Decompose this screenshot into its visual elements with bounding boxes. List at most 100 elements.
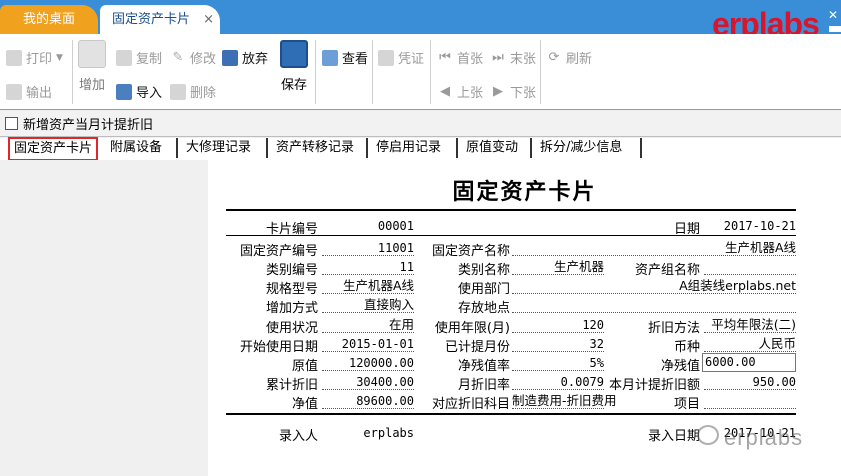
add-method-value[interactable]: 直接购入 <box>322 297 414 313</box>
start-date-value[interactable]: 2015-01-01 <box>322 336 414 352</box>
subtab-accessories[interactable]: 附属设备 <box>104 138 178 158</box>
title-rule <box>226 209 796 211</box>
net-value[interactable]: 89600.00 <box>322 393 414 409</box>
option-strip: 新增资产当月计提折旧 <box>0 111 841 137</box>
next-label: 下张 <box>510 86 537 101</box>
import-button[interactable]: 导入 <box>116 82 162 101</box>
subtab-overhaul-records[interactable]: 大修理记录 <box>180 138 268 158</box>
original-value[interactable]: 120000.00 <box>322 355 414 371</box>
discard-button[interactable]: 放弃 <box>222 48 268 67</box>
category-no-value[interactable]: 11 <box>322 259 414 275</box>
residual-rate-value[interactable]: 5% <box>512 355 604 371</box>
entered-by-value: erplabs <box>363 426 414 440</box>
import-label: 导入 <box>136 86 163 101</box>
depreciate-checkbox[interactable] <box>5 117 18 130</box>
subtab-transfer-records[interactable]: 资产转移记录 <box>270 138 368 158</box>
triangle-left-icon: ◀ <box>440 83 450 99</box>
copy-label: 复制 <box>136 52 163 67</box>
currency-value[interactable]: 人民币 <box>704 336 796 352</box>
window-restore-icon[interactable] <box>829 26 841 32</box>
import-icon <box>116 83 132 100</box>
printer-icon <box>6 49 22 66</box>
project-value[interactable] <box>704 393 796 409</box>
tab-fixed-asset-card[interactable]: 固定资产卡片 × <box>100 5 220 34</box>
voucher-button[interactable]: 凭证 <box>378 48 424 67</box>
category-name-label: 类别名称 <box>457 263 510 278</box>
add-label: 增加 <box>78 78 105 93</box>
monthly-rate-label: 月折旧率 <box>457 378 510 393</box>
header-rule <box>226 235 796 236</box>
asset-name-value[interactable]: 生产机器A线 <box>512 240 796 256</box>
save-label: 保存 <box>280 78 307 93</box>
refresh-button[interactable]: ⟳ 刷新 <box>546 48 592 68</box>
category-name-value[interactable]: 生产机器 <box>512 259 604 275</box>
save-disk-icon <box>280 40 308 68</box>
card-title: 固定资产卡片 <box>452 180 597 205</box>
asset-group-value[interactable] <box>704 259 796 275</box>
toolbar-divider <box>372 40 373 104</box>
project-label: 项目 <box>673 397 700 412</box>
delete-icon <box>170 83 186 100</box>
card-no-value: 00001 <box>377 219 414 233</box>
subtab-value-change[interactable]: 原值变动 <box>460 138 532 158</box>
pencil-icon: ✎ <box>172 49 184 65</box>
spec-model-value[interactable]: 生产机器A线 <box>322 278 414 294</box>
useful-life-label: 使用年限(月) <box>434 321 510 336</box>
asset-no-value[interactable]: 11001 <box>322 240 414 256</box>
months-depreciated-value[interactable]: 32 <box>512 336 604 352</box>
discard-label: 放弃 <box>242 52 269 67</box>
department-value[interactable]: A组装线erplabs.net <box>512 278 796 294</box>
window-close-icon[interactable]: ✕ <box>828 8 838 22</box>
magnifier-icon <box>322 49 338 66</box>
copy-button[interactable]: 复制 <box>116 48 162 67</box>
watermark: erplabs <box>724 425 804 450</box>
months-depreciated-label: 已计提月份 <box>444 340 510 355</box>
triangle-right-icon: ▶ <box>493 83 503 99</box>
month-depreciation-label: 本月计提折旧额 <box>608 378 700 393</box>
export-label: 输出 <box>26 86 53 101</box>
skip-first-icon: ⏮ <box>439 49 451 65</box>
add-document-icon <box>78 40 106 68</box>
accumulated-depreciation-value[interactable]: 30400.00 <box>322 374 414 390</box>
first-label: 首张 <box>457 52 484 67</box>
view-button[interactable]: 查看 <box>322 48 368 67</box>
close-icon[interactable]: × <box>203 5 214 34</box>
modify-label: 修改 <box>190 52 217 67</box>
asset-group-label: 资产组名称 <box>634 263 700 278</box>
currency-label: 币种 <box>673 340 700 355</box>
subtab-split-reduce[interactable]: 拆分/减少信息 <box>534 138 642 158</box>
next-card-button[interactable]: ▶ 下张 <box>490 82 537 102</box>
toolbar: 打印 ▼ 输出 增加 复制 导入 ✎ 修改 删除 放弃 保存 查看 凭证 ⏮ 首… <box>0 34 841 110</box>
subtab-stop-start-records[interactable]: 停启用记录 <box>370 138 458 158</box>
depreciation-method-value[interactable]: 平均年限法(二) <box>704 317 796 333</box>
monthly-rate-value[interactable]: 0.0079 <box>512 374 604 390</box>
print-button[interactable]: 打印 ▼ <box>6 48 63 67</box>
depreciation-account-label: 对应折旧科目 <box>431 397 510 412</box>
first-card-button[interactable]: ⏮ 首张 <box>437 48 484 68</box>
export-button[interactable]: 输出 <box>6 82 52 101</box>
useful-life-value[interactable]: 120 <box>512 317 604 333</box>
copy-icon <box>116 49 132 66</box>
date-value: 2017-10-21 <box>723 219 796 233</box>
prev-label: 上张 <box>457 86 484 101</box>
subtab-asset-card[interactable]: 固定资产卡片 <box>8 137 99 161</box>
window-tab-bar: 我的桌面 固定资产卡片 × erplabs ✕ <box>0 0 841 42</box>
modify-button[interactable]: ✎ 修改 <box>170 48 217 68</box>
net-value-label: 净值 <box>291 397 318 412</box>
delete-button[interactable]: 删除 <box>170 82 216 101</box>
save-button[interactable]: 保存 <box>280 40 308 93</box>
tab-my-desktop[interactable]: 我的桌面 <box>0 5 98 34</box>
refresh-icon: ⟳ <box>548 49 560 65</box>
discard-icon <box>222 49 238 66</box>
usage-status-value[interactable]: 在用 <box>322 317 414 333</box>
prev-card-button[interactable]: ◀ 上张 <box>437 82 484 102</box>
add-button[interactable]: 增加 <box>78 40 106 93</box>
month-depreciation-value[interactable]: 950.00 <box>704 374 796 390</box>
depreciation-account-value[interactable]: 制造费用-折旧费用 <box>512 393 617 409</box>
residual-value-input[interactable]: 6000.00 <box>702 353 796 372</box>
last-card-button[interactable]: ⏭ 末张 <box>490 48 537 68</box>
skip-last-icon: ⏭ <box>492 49 504 65</box>
last-label: 末张 <box>510 52 537 67</box>
location-value[interactable] <box>512 297 796 313</box>
voucher-icon <box>378 49 394 66</box>
